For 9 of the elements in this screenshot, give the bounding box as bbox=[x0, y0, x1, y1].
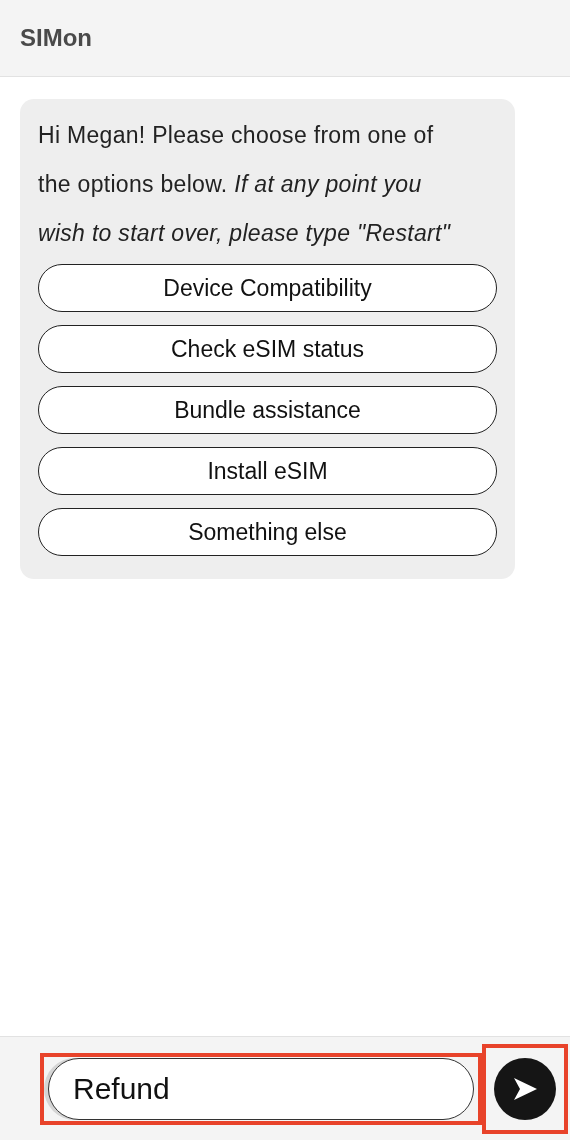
option-button[interactable]: Something else bbox=[38, 508, 497, 556]
option-button[interactable]: Bundle assistance bbox=[38, 386, 497, 434]
message-text: Hi Megan! Please choose from one of the options below. If at any point you wish to start over, please type "Restart" bbox=[38, 121, 452, 248]
app-title: SIMon bbox=[20, 24, 92, 52]
option-button[interactable]: Check eSIM status bbox=[38, 325, 497, 373]
option-button[interactable]: Device Compatibility bbox=[38, 264, 497, 312]
option-button[interactable]: Install eSIM bbox=[38, 447, 497, 495]
send-icon bbox=[512, 1075, 538, 1102]
message-input[interactable]: Refund bbox=[48, 1057, 474, 1120]
